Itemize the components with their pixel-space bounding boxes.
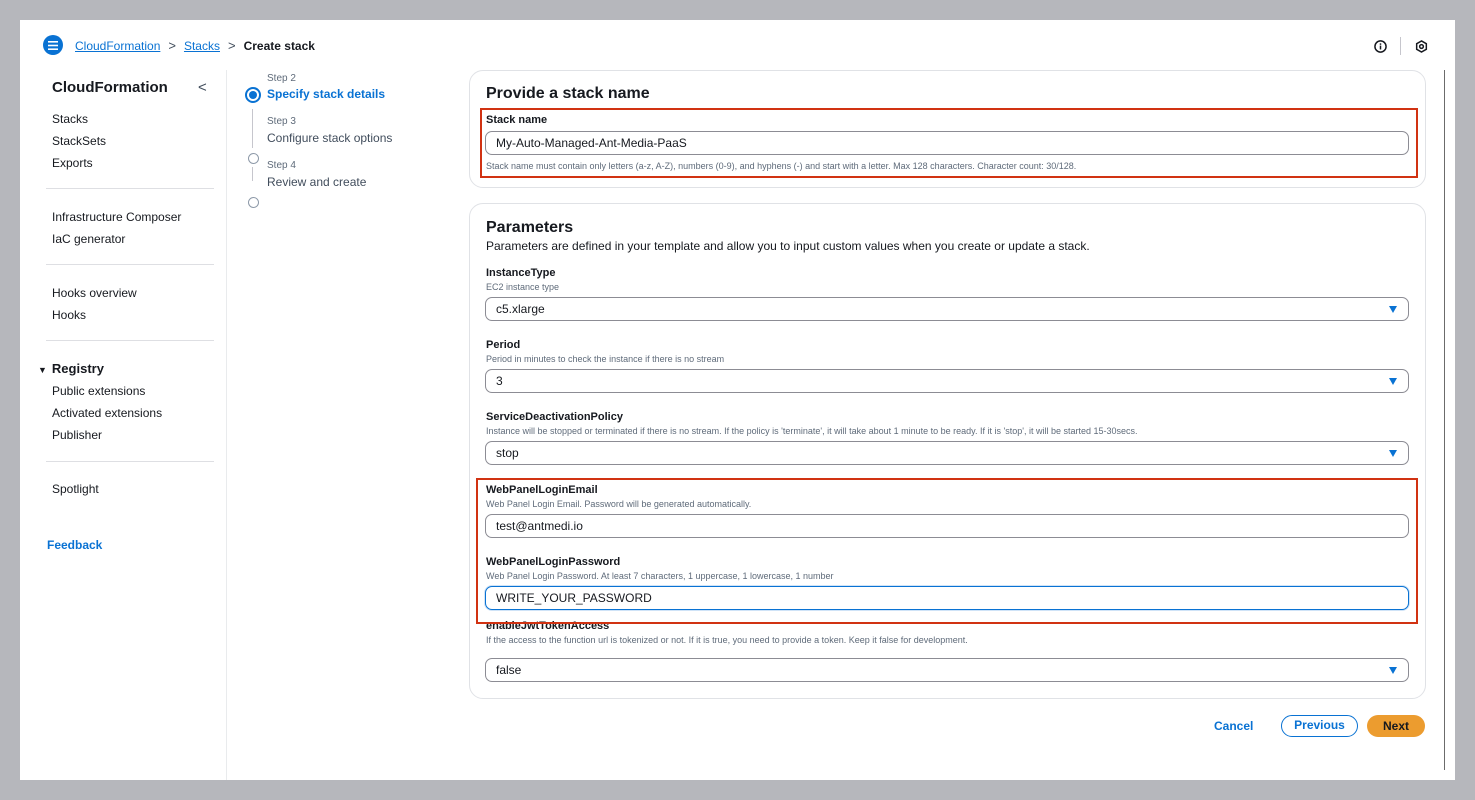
- select-value: 3: [496, 374, 503, 388]
- scrollbar[interactable]: [1444, 70, 1445, 770]
- caret-down-icon: [1389, 667, 1397, 674]
- step-connector: [252, 109, 253, 148]
- caret-down-icon: [1389, 450, 1397, 457]
- service-deactivation-policy-label: ServiceDeactivationPolicy: [486, 411, 623, 423]
- settings-icon[interactable]: [1413, 38, 1429, 54]
- highlight-box: [476, 478, 1418, 624]
- highlight-box: [480, 108, 1418, 178]
- step-indicator: [248, 197, 259, 208]
- select-value: c5.xlarge: [496, 302, 545, 316]
- top-bar: CloudFormation > Stacks > Create stack: [20, 20, 1455, 70]
- service-deactivation-policy-select[interactable]: stop: [485, 441, 1409, 465]
- breadcrumb-stacks-link[interactable]: Stacks: [184, 39, 220, 53]
- period-select[interactable]: 3: [485, 369, 1409, 393]
- breadcrumb-separator: >: [168, 38, 176, 53]
- breadcrumb-cloudformation-link[interactable]: CloudFormation: [75, 39, 160, 53]
- step-number: Step 3: [267, 116, 296, 127]
- step-review-and-create[interactable]: Review and create: [267, 175, 366, 189]
- enable-jwt-token-access-desc: If the access to the function url is tok…: [486, 635, 968, 645]
- sidebar-section-registry[interactable]: ▼ Registry: [38, 361, 104, 376]
- sidebar-item-exports[interactable]: Exports: [52, 156, 93, 170]
- step-number: Step 2: [267, 73, 296, 84]
- breadcrumb-separator: >: [227, 38, 236, 53]
- instance-type-select[interactable]: c5.xlarge: [485, 297, 1409, 321]
- panel-title: Provide a stack name: [486, 85, 650, 102]
- sidebar-divider: [46, 188, 214, 189]
- sidebar-item-publisher[interactable]: Publisher: [52, 428, 102, 442]
- sidebar-item-iac-generator[interactable]: IaC generator: [52, 232, 125, 246]
- step-configure-stack-options[interactable]: Configure stack options: [267, 131, 392, 145]
- panel-title: Parameters: [486, 219, 574, 236]
- sidebar-item-stacksets[interactable]: StackSets: [52, 134, 106, 148]
- select-value: stop: [496, 446, 519, 460]
- panel-description: Parameters are defined in your template …: [486, 239, 1090, 253]
- caret-down-icon: [1389, 306, 1397, 313]
- enable-jwt-token-access-select[interactable]: false: [485, 658, 1409, 682]
- sidebar-section-label: Registry: [51, 361, 104, 376]
- previous-button[interactable]: Previous: [1281, 715, 1358, 737]
- step-specify-stack-details[interactable]: Specify stack details: [267, 87, 385, 101]
- chevron-left-icon[interactable]: <: [198, 79, 207, 96]
- step-connector: [252, 167, 253, 181]
- sidebar-item-activated-extensions[interactable]: Activated extensions: [52, 406, 162, 420]
- sidebar-item-spotlight[interactable]: Spotlight: [52, 482, 99, 496]
- period-desc: Period in minutes to check the instance …: [486, 354, 725, 364]
- instance-type-desc: EC2 instance type: [486, 282, 560, 292]
- info-circle-icon[interactable]: [1372, 38, 1388, 54]
- sidebar-item-public-extensions[interactable]: Public extensions: [52, 384, 145, 398]
- caret-down-icon: ▼: [38, 365, 47, 375]
- sidebar-item-infrastructure-composer[interactable]: Infrastructure Composer: [52, 210, 181, 224]
- side-navigation: CloudFormation < Stacks StackSets Export…: [20, 70, 227, 780]
- select-value: false: [496, 663, 522, 677]
- instance-type-label: InstanceType: [486, 267, 556, 279]
- sidebar-item-hooks-overview[interactable]: Hooks overview: [52, 286, 137, 300]
- period-label: Period: [486, 339, 521, 351]
- top-actions: [1372, 37, 1429, 55]
- service-deactivation-policy-desc: Instance will be stopped or terminated i…: [486, 426, 1138, 436]
- breadcrumb: CloudFormation > Stacks > Create stack: [75, 38, 315, 53]
- cancel-button[interactable]: Cancel: [1214, 719, 1253, 733]
- sidebar-divider: [46, 340, 214, 341]
- feedback-link[interactable]: Feedback: [47, 538, 102, 552]
- sidebar-divider: [46, 461, 214, 462]
- toolbar-divider: [1400, 37, 1401, 55]
- sidebar-title[interactable]: CloudFormation: [52, 79, 168, 96]
- breadcrumb-current: Create stack: [243, 38, 315, 53]
- sidebar-item-hooks[interactable]: Hooks: [52, 308, 86, 322]
- sidebar-item-stacks[interactable]: Stacks: [52, 112, 88, 126]
- step-current-indicator: [245, 87, 261, 103]
- hamburger-menu-icon[interactable]: [43, 35, 63, 55]
- next-button[interactable]: Next: [1367, 715, 1425, 737]
- console-window: CloudFormation > Stacks > Create stack C…: [20, 20, 1455, 780]
- step-number: Step 4: [267, 160, 296, 171]
- parameters-panel: Parameters Parameters are defined in you…: [469, 203, 1426, 699]
- step-indicator: [248, 153, 259, 164]
- sidebar-divider: [46, 264, 214, 265]
- caret-down-icon: [1389, 378, 1397, 385]
